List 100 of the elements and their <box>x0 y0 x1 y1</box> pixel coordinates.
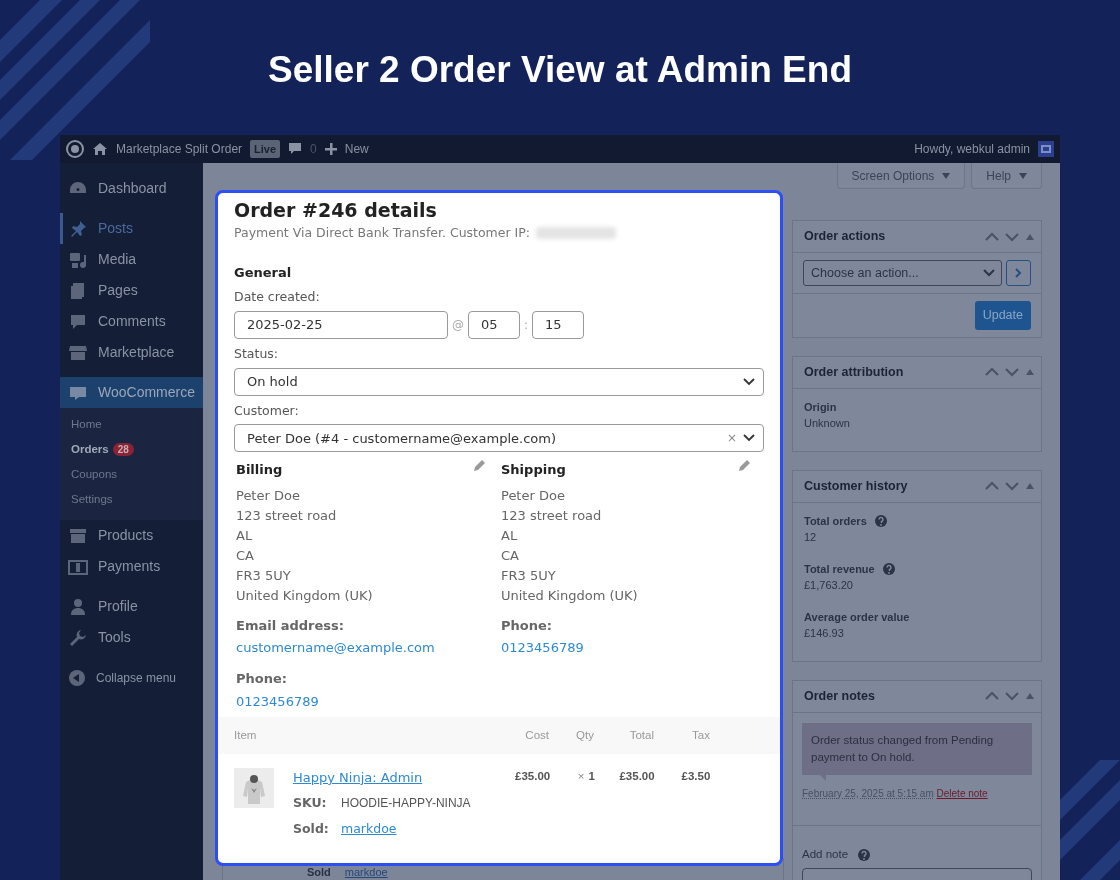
field-label: Email address: <box>236 616 345 635</box>
avatar-icon[interactable] <box>1038 141 1054 157</box>
help-icon[interactable] <box>874 515 887 527</box>
customer-select[interactable]: Peter Doe (#4 - customername@example.com) × <box>234 424 764 453</box>
menu-item[interactable]: Pages <box>60 275 203 306</box>
hour-field[interactable]: 05 <box>468 310 520 339</box>
note-text: Order status changed from Pending payment to On hold. <box>802 722 1032 776</box>
menu-item[interactable]: Payments <box>60 551 203 582</box>
contact-link[interactable]: 0123456789 <box>501 638 584 658</box>
chevron-down-icon[interactable] <box>1005 231 1019 242</box>
chevron-down-icon[interactable] <box>1005 481 1019 492</box>
pencil-icon[interactable] <box>739 460 750 472</box>
headline: Seller 2 Order View at Admin End <box>267 48 853 92</box>
price-cell-text: £35.00 <box>514 768 551 784</box>
bubble-tail-icon <box>820 775 826 782</box>
panel-title: Order actions <box>804 228 887 246</box>
menu-item[interactable]: Dashboard <box>60 173 203 204</box>
contact-link[interactable]: 0123456789 <box>236 691 319 712</box>
address-line: AL <box>501 526 519 545</box>
dropdown-button[interactable]: Screen Options <box>836 163 966 189</box>
field-value: Unknown <box>804 416 851 432</box>
chevron-up-icon[interactable] <box>985 231 999 242</box>
contact-link[interactable]: customername@example.com <box>236 638 435 658</box>
field-value: £1,763.20 <box>804 578 854 594</box>
triangle-up-icon[interactable] <box>1025 692 1035 701</box>
chevron-down-icon <box>983 269 995 277</box>
section-heading: Shipping <box>501 461 566 480</box>
update-button[interactable]: Update <box>974 301 1031 330</box>
field-value: £146.93 <box>804 626 845 642</box>
section-heading: General <box>234 263 293 282</box>
submenu-item[interactable]: Coupons <box>60 462 203 487</box>
multiply-sign: × <box>577 769 585 782</box>
address-line: CA <box>501 546 520 565</box>
field-label: Status: <box>234 344 280 363</box>
speech-bubble-icon[interactable] <box>288 142 303 156</box>
field-label: Total revenue <box>804 561 875 577</box>
panel-title: Order notes <box>804 687 876 705</box>
triangle-up-icon[interactable] <box>1025 368 1035 377</box>
address-line: 123 street road <box>501 506 603 525</box>
menu-item[interactable]: Comments <box>60 306 203 337</box>
chevron-right-icon <box>1015 268 1022 278</box>
address-line: AL <box>236 526 254 545</box>
chevron-down-icon[interactable] <box>1005 691 1019 702</box>
submenu-item[interactable]: Orders 28 <box>60 437 203 462</box>
apply-button[interactable] <box>1006 260 1031 286</box>
plus-icon[interactable] <box>324 143 337 155</box>
chevron-down-icon[interactable] <box>1005 367 1019 378</box>
chevron-up-icon[interactable] <box>985 691 999 702</box>
address-line: FR3 5UY <box>501 566 557 585</box>
column-header: Item <box>234 727 258 743</box>
menu-item[interactable]: Products <box>60 520 203 551</box>
column-header: Tax <box>691 727 710 743</box>
at-sign: @ <box>452 316 464 334</box>
address-line: FR3 5UY <box>236 566 292 585</box>
arrow-left-icon <box>68 668 86 687</box>
date-field[interactable]: 2025-02-25 <box>234 310 448 339</box>
minute-field[interactable]: 15 <box>532 310 585 339</box>
triangle-up-icon[interactable] <box>1025 232 1035 241</box>
menu-item[interactable]: Marketplace <box>60 337 203 368</box>
chevron-down-icon <box>743 377 755 386</box>
menu-item[interactable]: Profile <box>60 591 203 622</box>
site-link[interactable]: Marketplace Split Order <box>116 140 243 158</box>
field-label: Customer: <box>234 401 300 420</box>
quantity-cell: 1 <box>588 769 595 782</box>
field-label: Phone: <box>501 616 553 635</box>
home-icon[interactable] <box>92 142 108 156</box>
time-separator: : <box>524 316 529 334</box>
field-label: Average order value <box>804 609 910 625</box>
pencil-icon[interactable] <box>474 460 485 472</box>
payment-info: Payment Via Direct Bank Transfer. Customer IP: <box>234 223 531 242</box>
chevron-up-icon[interactable] <box>985 481 999 492</box>
address-line: Peter Doe <box>236 486 301 505</box>
dropdown-button[interactable]: Help <box>971 163 1042 189</box>
seller-link[interactable]: markdoe <box>341 820 397 839</box>
help-icon[interactable] <box>858 848 871 861</box>
menu-item[interactable]: Tools <box>60 622 203 653</box>
total-cell-text: £35.00 <box>618 768 655 784</box>
submenu-item[interactable]: Home <box>60 412 203 437</box>
address-line: 123 street road <box>236 506 338 525</box>
help-icon[interactable] <box>882 563 895 575</box>
menu-item[interactable]: Media <box>60 244 203 275</box>
menu-item[interactable]: WooCommerce <box>60 377 203 408</box>
triangle-up-icon[interactable] <box>1025 482 1035 491</box>
clear-button[interactable]: × <box>726 429 737 448</box>
action-select[interactable]: Choose an action... <box>803 260 1002 286</box>
sku-value: HOODIE-HAPPY-NINJA <box>341 795 471 813</box>
collapse-menu-button[interactable]: Collapse menu <box>60 662 203 693</box>
new-link[interactable]: New <box>344 140 369 158</box>
sold-label: Sold: <box>293 820 330 839</box>
menu-item[interactable]: Posts <box>60 213 203 244</box>
address-line: CA <box>236 546 255 565</box>
product-link[interactable]: Happy Ninja: Admin <box>293 767 423 788</box>
tax-cell-text: £3.50 <box>680 768 711 784</box>
caret-icon <box>1019 172 1027 179</box>
logo-icon[interactable] <box>66 140 84 158</box>
chevron-up-icon[interactable] <box>985 367 999 378</box>
submenu-item[interactable]: Settings <box>60 487 203 512</box>
user-greeting[interactable]: Howdy, webkul admin <box>914 140 1030 158</box>
status-select[interactable]: On hold <box>234 367 764 396</box>
delete-note-link[interactable]: Delete note <box>936 788 988 800</box>
